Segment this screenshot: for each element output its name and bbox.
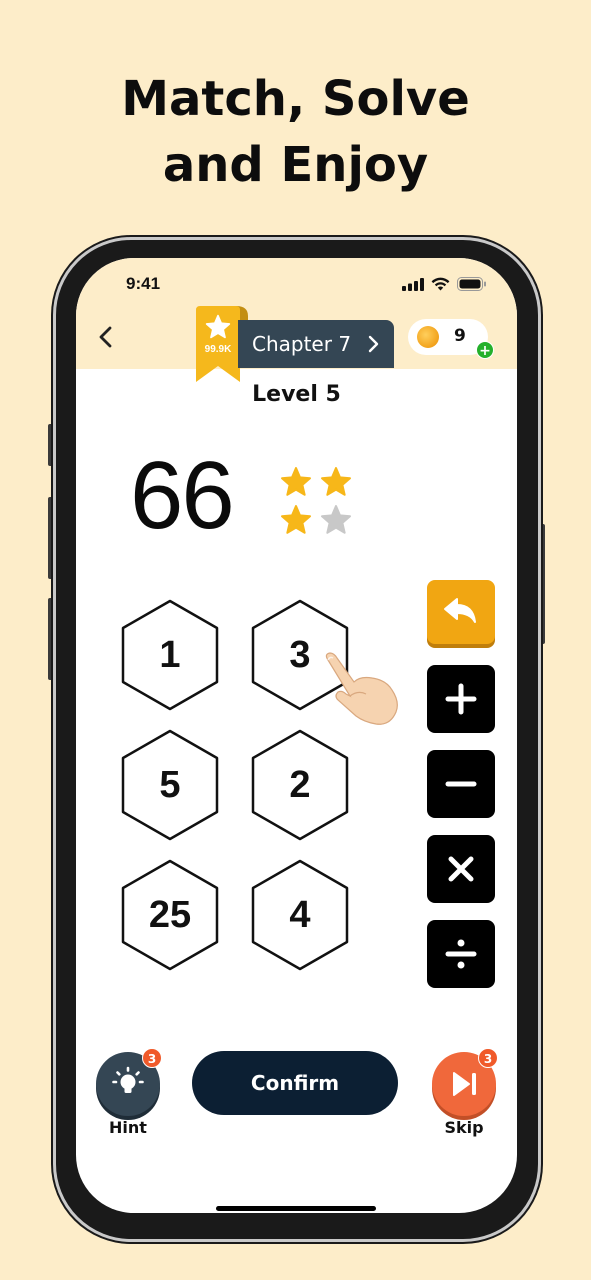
home-indicator[interactable] — [216, 1206, 376, 1211]
number-tile[interactable]: 2 — [248, 728, 352, 842]
star-empty-icon — [321, 505, 351, 534]
tile-value: 5 — [159, 763, 181, 806]
battery-icon — [457, 277, 486, 291]
number-tile[interactable]: 5 — [118, 728, 222, 842]
number-tile[interactable]: 25 — [118, 858, 222, 972]
skip-icon — [453, 1072, 476, 1096]
divide-icon — [445, 939, 477, 969]
headline-line-1: Match, Solve — [121, 71, 470, 127]
skip-button[interactable]: 3 — [432, 1048, 498, 1116]
chevron-left-icon — [99, 326, 112, 348]
subtract-operator-button[interactable] — [427, 750, 495, 818]
star-filled-icon — [281, 467, 311, 496]
star-icon — [205, 314, 231, 339]
coin-count: 9 — [454, 326, 466, 346]
app-screen: 9:41 99.9K Chapter 7 9 + Level 5 66 1 3 … — [76, 258, 517, 1213]
hint-count-badge: 3 — [142, 1048, 162, 1068]
tile-value: 4 — [289, 893, 311, 936]
number-tile[interactable]: 4 — [248, 858, 352, 972]
tile-value: 1 — [159, 633, 181, 676]
undo-button[interactable] — [427, 580, 495, 644]
stars-count: 99.9K — [204, 344, 232, 355]
hint-label: Hint — [109, 1118, 147, 1137]
chapter-button[interactable]: Chapter 7 — [238, 320, 394, 368]
chevron-right-icon — [368, 335, 379, 353]
target-number: 66 — [130, 442, 235, 549]
rating-stars — [280, 466, 356, 536]
coin-balance: 9 + — [408, 319, 494, 359]
status-time: 9:41 — [126, 274, 161, 293]
divide-operator-button[interactable] — [427, 920, 495, 988]
hint-button[interactable]: 3 — [96, 1048, 162, 1116]
level-title: Level 5 — [252, 382, 341, 407]
multiply-operator-button[interactable] — [427, 835, 495, 903]
plus-icon: + — [479, 343, 491, 359]
plus-icon — [445, 683, 477, 715]
confirm-button[interactable]: Confirm — [192, 1051, 398, 1115]
star-filled-icon — [281, 505, 311, 534]
headline-line-2: and Enjoy — [162, 137, 429, 193]
skip-count-badge: 3 — [478, 1048, 498, 1068]
back-button[interactable] — [94, 322, 118, 352]
wifi-icon — [431, 277, 450, 291]
tile-value: 25 — [148, 893, 192, 936]
chapter-label: Chapter 7 — [252, 332, 352, 356]
signal-icon — [402, 277, 424, 291]
lightbulb-icon — [112, 1066, 144, 1093]
tile-value: 2 — [289, 763, 311, 806]
number-tile[interactable]: 1 — [118, 598, 222, 712]
headline: Match, Solve and Enjoy — [0, 66, 591, 198]
stars-ribbon: 99.9K — [196, 306, 248, 382]
minus-icon — [445, 781, 477, 787]
coin-icon — [417, 326, 439, 348]
star-filled-icon — [321, 467, 351, 496]
skip-label: Skip — [444, 1118, 484, 1137]
add-operator-button[interactable] — [427, 665, 495, 733]
add-coins-button[interactable]: + — [476, 341, 494, 359]
multiply-icon — [448, 856, 474, 882]
pointing-hand-icon — [325, 652, 398, 725]
undo-icon — [444, 598, 476, 623]
status-bar: 9:41 — [76, 274, 517, 296]
